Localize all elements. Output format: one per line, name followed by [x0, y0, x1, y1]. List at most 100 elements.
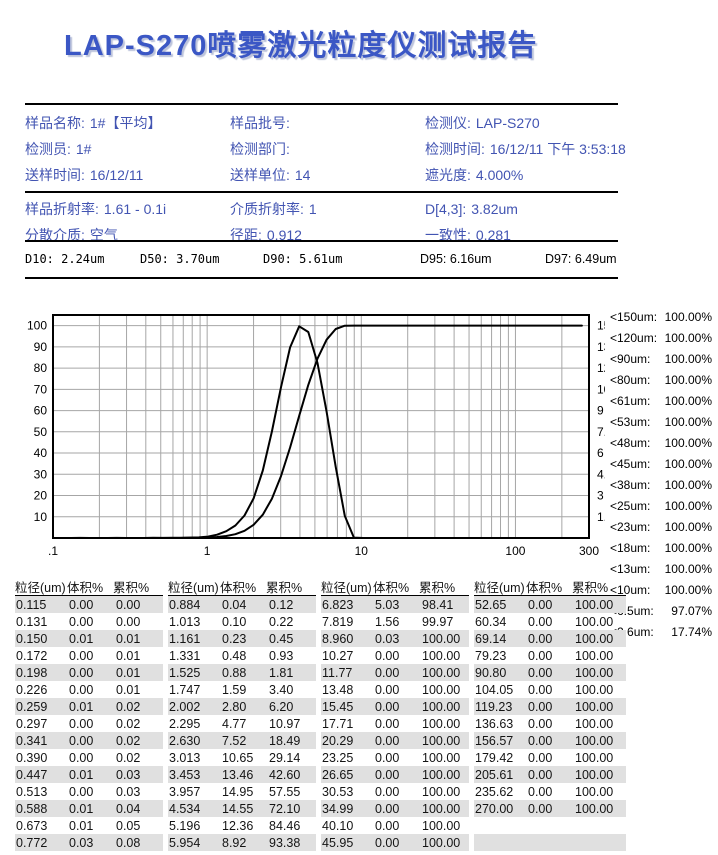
- table-cell: 90.80: [474, 666, 527, 680]
- table-cell: 0.00: [374, 700, 421, 714]
- table-cell: 0.341: [15, 734, 68, 748]
- table-cell: 40.10: [321, 819, 374, 833]
- particle-size-distribution-chart: 1020304050607080901001.534.567.5910.5121…: [15, 300, 605, 568]
- table-cell: 235.62: [474, 785, 527, 799]
- table-cell: 0.00: [374, 683, 421, 697]
- param-field: 径距:0.912: [230, 225, 425, 245]
- table-cell: 0.447: [15, 768, 68, 782]
- table-row: 0.1980.000.01: [15, 664, 163, 681]
- right-axis-tick: 10.5: [597, 382, 605, 396]
- table-cell: 23.25: [321, 751, 374, 765]
- cumulative-item-label: <48um:: [610, 436, 650, 450]
- table-cell: 0.297: [15, 717, 68, 731]
- table-row: 0.6730.010.05: [15, 817, 163, 834]
- table-row: 10.270.00100.00: [321, 647, 469, 664]
- table-cell: 270.00: [474, 802, 527, 816]
- param-label: 样品折射率:: [25, 201, 99, 217]
- cumulative-item-value: 100.00%: [665, 457, 712, 471]
- table-row: 3.95714.9557.55: [168, 783, 316, 800]
- table-cell: 26.65: [321, 768, 374, 782]
- table-cell: 0.226: [15, 683, 68, 697]
- table-cell: 0.48: [221, 649, 268, 663]
- left-axis-tick: 40: [34, 446, 48, 460]
- table-cell: 100.00: [574, 785, 626, 799]
- cumulative-item-value: 100.00%: [665, 562, 712, 576]
- table-row: 8.9600.03100.00: [321, 630, 469, 647]
- table-cell: 34.99: [321, 802, 374, 816]
- param-row: 分散介质:空气径距:0.912一致性:0.281: [25, 222, 690, 248]
- table-cell: 0.00: [374, 666, 421, 680]
- table-cell: 10.27: [321, 649, 374, 663]
- table-header-cell: 粒径(um): [168, 577, 220, 596]
- table-cell: 69.14: [474, 632, 527, 646]
- table-cell: 79.23: [474, 649, 527, 663]
- sample-info-section: 样品名称:1#【平均】样品批号:检测仪:LAP-S270检测员:1#检测部门:检…: [25, 110, 690, 188]
- table-cell: 100.00: [421, 700, 469, 714]
- table-cell: 4.534: [168, 802, 221, 816]
- table-cell: 5.196: [168, 819, 221, 833]
- table-cell: 0.10: [221, 615, 268, 629]
- left-axis-tick: 20: [34, 489, 48, 503]
- left-axis-tick: 50: [34, 425, 48, 439]
- param-value: 3.82um: [471, 201, 518, 217]
- table-cell: 0.03: [115, 768, 163, 782]
- table-cell: 100.00: [574, 751, 626, 765]
- table-cell: 98.41: [421, 598, 469, 612]
- table-row: 1.0130.100.22: [168, 613, 316, 630]
- table-cell: 100.00: [421, 632, 469, 646]
- info-value: 14: [295, 167, 311, 183]
- table-cell: 100.00: [574, 700, 626, 714]
- table-cell: 100.00: [421, 751, 469, 765]
- table-cell: 100.00: [421, 768, 469, 782]
- info-field: 样品批号:: [230, 113, 425, 133]
- table-cell: 13.46: [221, 768, 268, 782]
- table-header-cell: 累积%: [572, 577, 626, 596]
- table-cell: 0.00: [527, 734, 574, 748]
- data-table-group: 粒径(um)体积%累积%0.8840.040.121.0130.100.221.…: [168, 577, 316, 851]
- right-axis-tick: 1.5: [597, 510, 605, 524]
- table-cell: 0.150: [15, 632, 68, 646]
- cumulative-item-value: 100.00%: [665, 478, 712, 492]
- table-header-cell: 粒径(um): [15, 577, 67, 596]
- table-cell: 0.00: [527, 666, 574, 680]
- cumulative-item: <23um:100.00%: [610, 516, 712, 537]
- left-axis-tick: 100: [27, 319, 47, 333]
- info-field: 检测员:1#: [25, 139, 230, 159]
- table-row: 45.950.00100.00: [321, 834, 469, 851]
- table-row: 235.620.00100.00: [474, 783, 626, 800]
- table-cell: 0.01: [68, 700, 115, 714]
- cumulative-item-label: <38um:: [610, 478, 650, 492]
- table-row: 7.8191.5699.97: [321, 613, 469, 630]
- divider-line: [25, 103, 618, 105]
- info-value: 4.000%: [476, 167, 523, 183]
- table-header-cell: 体积%: [526, 577, 572, 596]
- cumulative-item-value: 100.00%: [665, 415, 712, 429]
- table-row: 0.1310.000.00: [15, 613, 163, 630]
- table-cell: 0.23: [221, 632, 268, 646]
- table-row: 2.0022.806.20: [168, 698, 316, 715]
- table-header-cell: 累积%: [419, 577, 469, 596]
- table-cell: 100.00: [421, 802, 469, 816]
- table-cell: 93.38: [268, 836, 316, 850]
- table-cell: 5.954: [168, 836, 221, 850]
- param-label: 介质折射率:: [230, 201, 304, 217]
- table-cell: 136.63: [474, 717, 527, 731]
- cumulative-item-value: 100.00%: [665, 331, 712, 345]
- table-cell: 1.59: [221, 683, 268, 697]
- cumulative-item: <48um:100.00%: [610, 432, 712, 453]
- table-row: 119.230.00100.00: [474, 698, 626, 715]
- table-cell: 0.00: [374, 751, 421, 765]
- table-cell: 0.01: [68, 632, 115, 646]
- table-cell: 0.01: [68, 819, 115, 833]
- table-cell: 0.01: [68, 802, 115, 816]
- table-cell: 100.00: [574, 717, 626, 731]
- table-row: 17.710.00100.00: [321, 715, 469, 732]
- cumulative-item: <61um:100.00%: [610, 390, 712, 411]
- table-cell: 0.00: [527, 598, 574, 612]
- info-field: 送样时间:16/12/11: [25, 165, 230, 185]
- table-cell: 0.259: [15, 700, 68, 714]
- table-cell: 100.00: [574, 632, 626, 646]
- table-cell: 0.01: [115, 632, 163, 646]
- table-cell: 3.013: [168, 751, 221, 765]
- table-row: 0.5880.010.04: [15, 800, 163, 817]
